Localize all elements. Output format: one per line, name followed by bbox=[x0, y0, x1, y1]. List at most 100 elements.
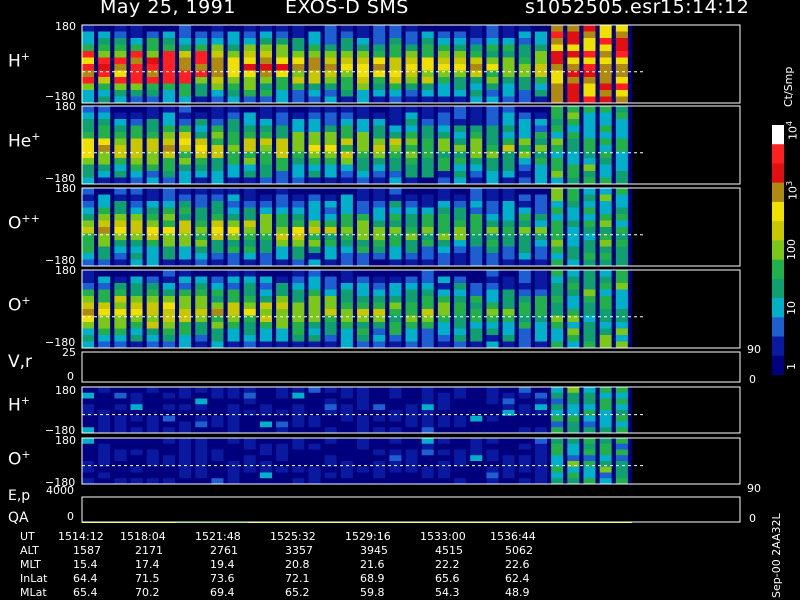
heatmap-cell bbox=[227, 83, 240, 91]
heatmap-gap bbox=[304, 455, 309, 462]
heatmap-cell bbox=[470, 44, 483, 52]
heatmap-gap bbox=[579, 341, 584, 349]
heatmap-gap bbox=[239, 443, 244, 450]
heatmap-cell bbox=[405, 64, 418, 71]
heatmap-gap bbox=[563, 438, 568, 445]
heatmap-cell bbox=[389, 466, 402, 473]
heatmap-cell bbox=[82, 472, 95, 479]
heatmap-cell bbox=[502, 259, 515, 267]
heatmap-cell bbox=[421, 145, 434, 152]
heatmap-gap bbox=[450, 387, 455, 394]
heatmap-cell bbox=[518, 83, 531, 91]
heatmap-cell bbox=[421, 119, 434, 126]
heatmap-cell bbox=[502, 145, 515, 152]
heatmap-cell bbox=[146, 410, 159, 417]
heatmap-cell bbox=[211, 259, 224, 267]
heatmap-gap bbox=[498, 438, 503, 445]
heatmap-cell bbox=[82, 322, 95, 329]
heatmap-gap bbox=[320, 392, 325, 399]
heatmap-cell bbox=[373, 421, 386, 428]
heatmap-cell bbox=[486, 83, 499, 91]
heatmap-gap bbox=[126, 438, 131, 445]
heatmap-gap bbox=[142, 177, 147, 185]
heatmap-cell bbox=[292, 194, 305, 202]
heatmap-gap bbox=[514, 341, 519, 349]
heatmap-gap bbox=[352, 220, 357, 228]
heatmap-cell bbox=[292, 270, 305, 277]
heatmap-gap bbox=[498, 276, 503, 284]
heatmap-cell bbox=[98, 253, 111, 260]
heatmap-gap bbox=[175, 438, 180, 445]
heatmap-cell bbox=[114, 188, 127, 195]
ephemeris-value: 3357 bbox=[285, 544, 313, 557]
heatmap-cell bbox=[486, 387, 499, 394]
heatmap-gap bbox=[369, 220, 374, 228]
heatmap-cell bbox=[389, 158, 402, 165]
heatmap-cell bbox=[421, 207, 434, 215]
heatmap-cell bbox=[470, 328, 483, 336]
heatmap-gap bbox=[336, 421, 341, 428]
heatmap-gap bbox=[482, 322, 487, 329]
heatmap-cell bbox=[259, 132, 273, 139]
heatmap-cell bbox=[421, 322, 434, 329]
heatmap-cell bbox=[470, 246, 483, 254]
heatmap-gap bbox=[385, 188, 390, 195]
heatmap-cell bbox=[373, 25, 386, 32]
heatmap-cell bbox=[130, 201, 143, 208]
heatmap-gap bbox=[466, 177, 471, 185]
heatmap-cell bbox=[357, 455, 370, 462]
heatmap-cell bbox=[114, 138, 127, 146]
heatmap-gap bbox=[239, 158, 244, 165]
heatmap-gap bbox=[482, 341, 487, 349]
heatmap-gap bbox=[433, 25, 438, 32]
heatmap-gap bbox=[530, 259, 535, 267]
heatmap-gap bbox=[401, 106, 406, 113]
heatmap-cell bbox=[308, 387, 321, 394]
heatmap-gap bbox=[126, 341, 131, 349]
heatmap-gap bbox=[288, 31, 293, 39]
heatmap-cell bbox=[599, 335, 612, 342]
heatmap-cell bbox=[551, 328, 564, 336]
heatmap-gap bbox=[450, 138, 455, 146]
heatmap-cell bbox=[82, 449, 95, 456]
heatmap-cell bbox=[227, 171, 240, 178]
heatmap-cell bbox=[373, 177, 386, 185]
heatmap-cell bbox=[195, 466, 208, 473]
heatmap-gap bbox=[498, 177, 503, 185]
heatmap-cell bbox=[259, 38, 273, 45]
heatmap-gap bbox=[94, 31, 99, 39]
heatmap-gap bbox=[158, 253, 163, 260]
heatmap-cell bbox=[470, 194, 483, 202]
heatmap-gap bbox=[401, 461, 406, 468]
heatmap-gap bbox=[627, 77, 632, 84]
heatmap-cell bbox=[502, 171, 515, 178]
heatmap-gap bbox=[94, 106, 99, 113]
heatmap-cell bbox=[195, 283, 208, 290]
heatmap-cell bbox=[146, 341, 159, 349]
heatmap-gap bbox=[158, 158, 163, 165]
heatmap-gap bbox=[158, 461, 163, 468]
heatmap-gap bbox=[288, 302, 293, 310]
heatmap-cell bbox=[389, 25, 402, 32]
heatmap-cell bbox=[518, 51, 531, 58]
heatmap-cell bbox=[146, 119, 159, 126]
heatmap-gap bbox=[272, 472, 277, 479]
heatmap-cell bbox=[146, 51, 159, 58]
heatmap-gap bbox=[450, 214, 455, 221]
heatmap-gap bbox=[320, 207, 325, 215]
heatmap-gap bbox=[191, 44, 196, 52]
heatmap-cell bbox=[454, 138, 467, 146]
heatmap-gap bbox=[498, 70, 503, 78]
heatmap-gap bbox=[450, 322, 455, 329]
heatmap-gap bbox=[595, 253, 600, 260]
heatmap-cell bbox=[551, 410, 564, 417]
heatmap-cell bbox=[518, 38, 531, 45]
heatmap-gap bbox=[255, 138, 260, 146]
heatmap-cell bbox=[82, 57, 95, 65]
heatmap-cell bbox=[502, 220, 515, 228]
heatmap-cell bbox=[259, 164, 273, 172]
heatmap-cell bbox=[470, 461, 483, 468]
heatmap-cell bbox=[243, 119, 256, 126]
heatmap-cell bbox=[486, 335, 499, 342]
panel-hplus bbox=[82, 25, 740, 104]
